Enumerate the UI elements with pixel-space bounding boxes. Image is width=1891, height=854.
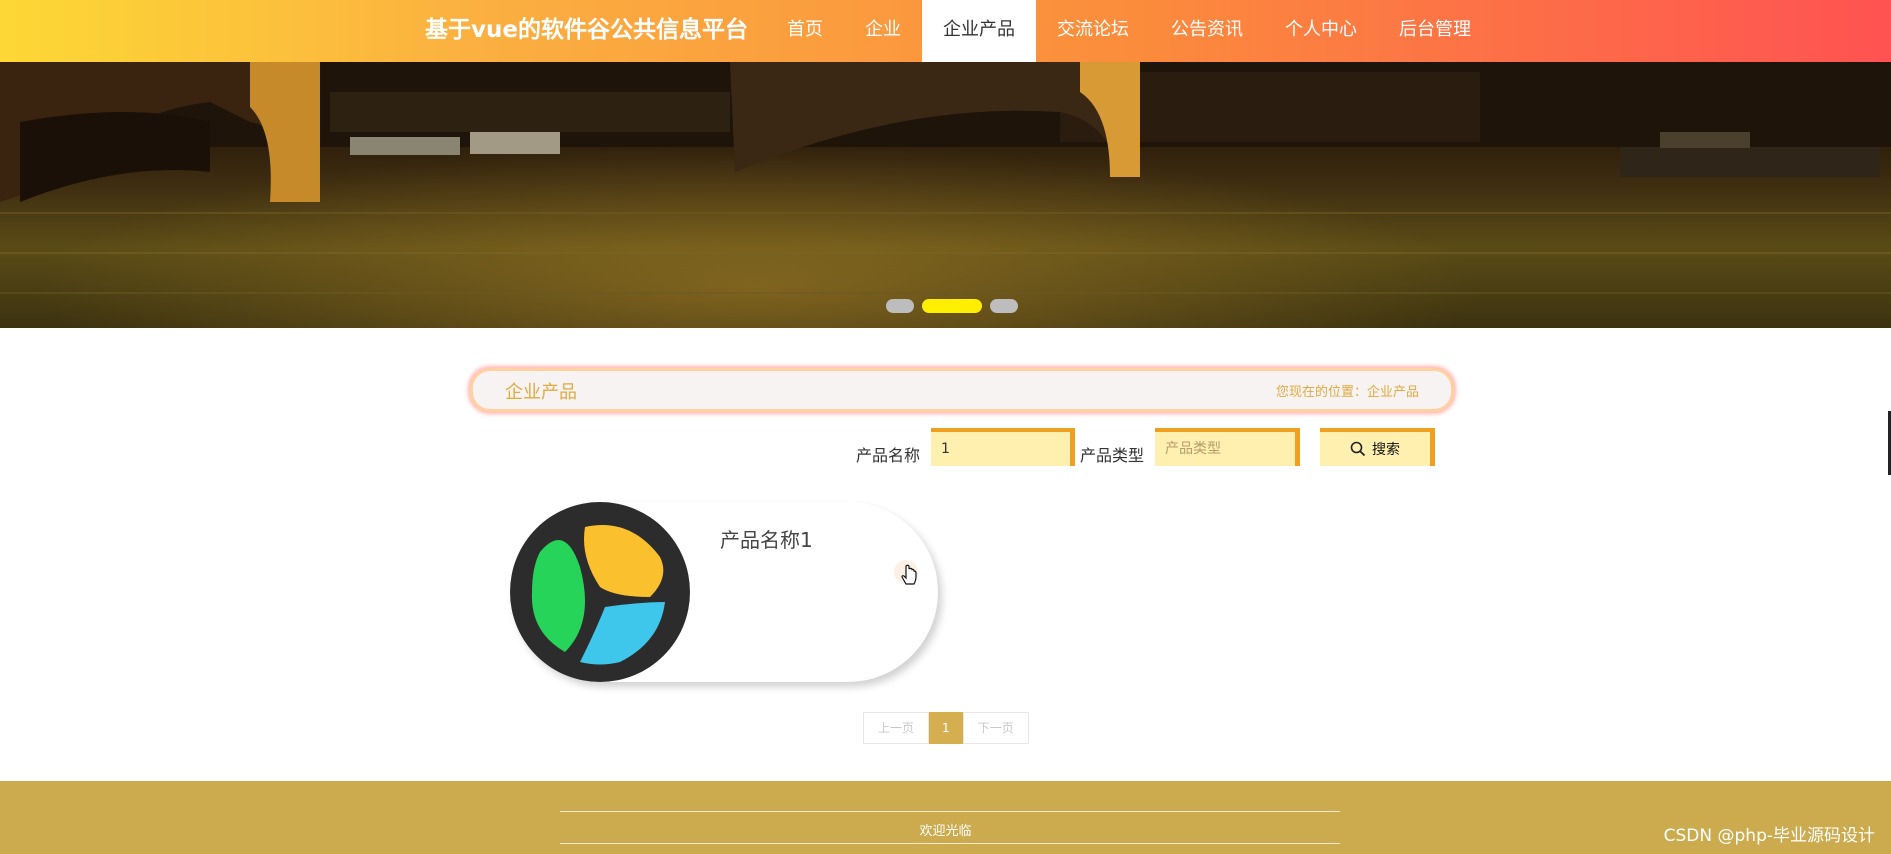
nav-item-news[interactable]: 公告资讯 [1150, 0, 1264, 62]
footer-divider-top [560, 811, 1340, 812]
section-title: 企业产品 [505, 382, 577, 403]
search-button[interactable]: 搜索 [1320, 428, 1435, 466]
search-button-label: 搜索 [1372, 442, 1400, 458]
carousel-dot-1[interactable] [886, 299, 914, 313]
carousel-dot-2[interactable] [922, 299, 982, 313]
top-navbar: 基于vue的软件谷公共信息平台 首页 企业 企业产品 交流论坛 公告资讯 个人中… [0, 0, 1891, 62]
site-brand[interactable]: 基于vue的软件谷公共信息平台 [425, 12, 748, 48]
hand-cursor-icon [894, 560, 918, 585]
footer-welcome: 欢迎光临 [919, 824, 972, 839]
banner-carousel[interactable] [0, 62, 1891, 328]
current-page-button[interactable]: 1 [929, 712, 963, 744]
nav-item-admin[interactable]: 后台管理 [1378, 0, 1492, 62]
breadcrumb: 您现在的位置：企业产品 [1275, 385, 1419, 400]
next-page-button[interactable]: 下一页 [962, 712, 1029, 744]
product-name-label: 产品名称 [856, 446, 921, 465]
nav-item-personal-center[interactable]: 个人中心 [1264, 0, 1378, 62]
nav-item-enterprise-products[interactable]: 企业产品 [922, 0, 1036, 62]
product-name[interactable]: 产品名称1 [720, 524, 813, 553]
nav-item-forum[interactable]: 交流论坛 [1036, 0, 1150, 62]
footer-divider-bottom [560, 843, 1340, 844]
search-bar: 产品名称 产品类型 搜索 [0, 428, 1891, 468]
pagination: 上一页 1 下一页 [863, 712, 1029, 744]
main-nav: 首页 企业 企业产品 交流论坛 公告资讯 个人中心 后台管理 [766, 0, 1492, 62]
carousel-indicators [886, 299, 1018, 313]
product-name-input[interactable] [931, 428, 1075, 466]
tri-leaf-logo-icon [510, 502, 690, 682]
section-title-bar: 企业产品 您现在的位置：企业产品 [470, 368, 1454, 412]
search-icon [1350, 441, 1366, 457]
footer: 欢迎光临 [0, 781, 1891, 854]
product-card[interactable]: 产品名称1 [510, 502, 938, 682]
watermark: CSDN @php-毕业源码设计 [1663, 826, 1875, 846]
nav-item-enterprise[interactable]: 企业 [844, 0, 922, 62]
product-type-label: 产品类型 [1080, 446, 1145, 465]
nav-item-home[interactable]: 首页 [766, 0, 844, 62]
banner-image [0, 62, 1891, 294]
product-type-input[interactable] [1155, 428, 1300, 466]
prev-page-button[interactable]: 上一页 [863, 712, 930, 744]
carousel-dot-3[interactable] [990, 299, 1018, 313]
